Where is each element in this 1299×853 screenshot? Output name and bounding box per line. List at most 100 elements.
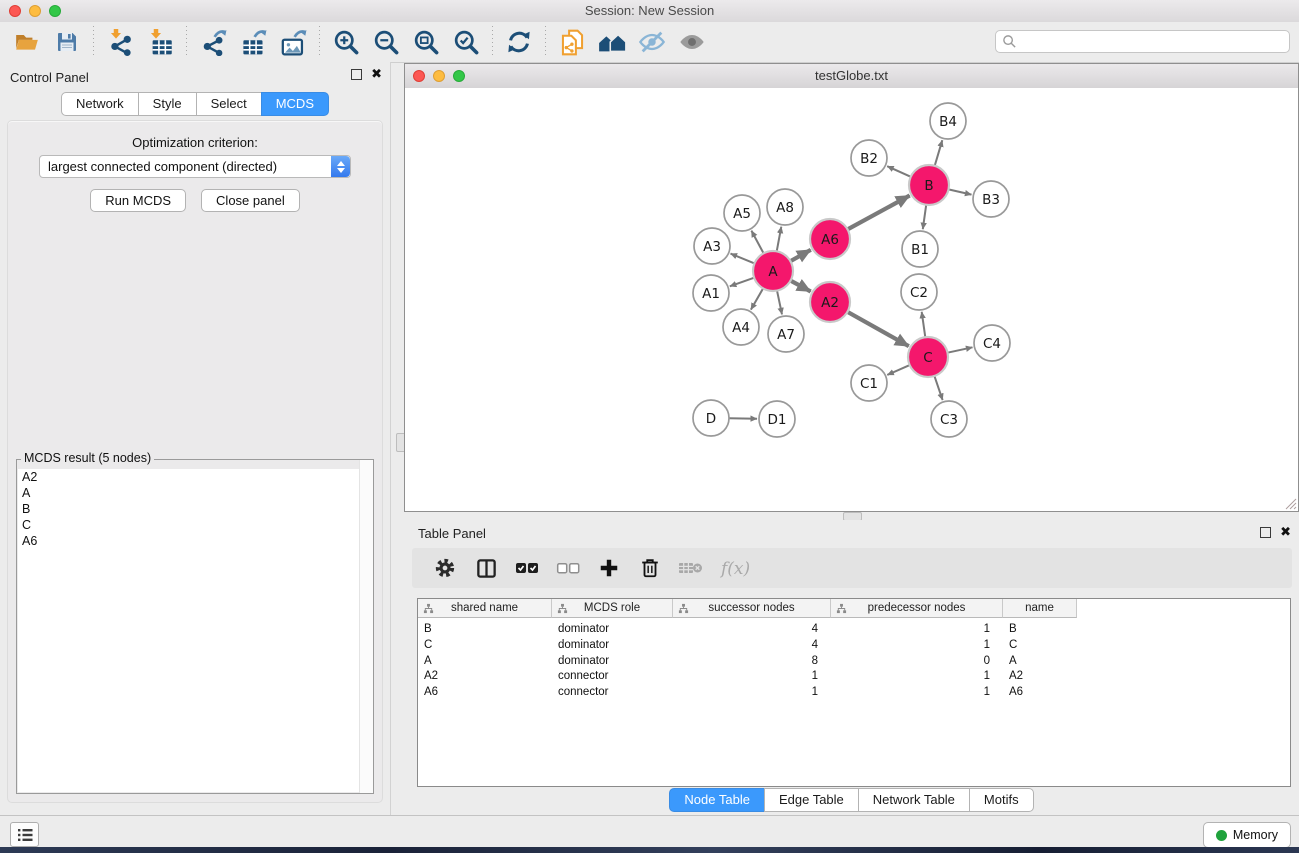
column-header-successor-nodes[interactable]: successor nodes (673, 599, 831, 618)
node-D1[interactable]: D1 (759, 401, 795, 437)
deselect-all-columns-button[interactable] (553, 553, 583, 583)
open-session-button[interactable] (12, 27, 42, 57)
node-A6[interactable]: A6 (810, 219, 850, 259)
import-network-button[interactable] (105, 27, 135, 57)
zoom-selected-button[interactable] (451, 27, 481, 57)
table-row[interactable]: Cdominator41C (418, 638, 1290, 654)
column-header-predecessor-nodes[interactable]: predecessor nodes (831, 599, 1003, 618)
function-builder-button[interactable]: f(x) (717, 553, 761, 583)
node-C2[interactable]: C2 (901, 274, 937, 310)
node-D[interactable]: D (693, 400, 729, 436)
export-network-button[interactable] (198, 27, 228, 57)
network-canvas[interactable]: B4 B2 B B3 A5A8A6 B1 A3 A A1 C2 A2 A4A7 C4 C C1 C3 D D1 (405, 88, 1298, 511)
node-A[interactable]: A (753, 251, 793, 291)
tab-network-table[interactable]: Network Table (858, 788, 970, 812)
add-column-button[interactable] (594, 553, 624, 583)
tab-network[interactable]: Network (61, 92, 139, 116)
edge-C-C2[interactable] (922, 312, 926, 337)
zoom-in-button[interactable] (331, 27, 361, 57)
column-layout-button[interactable] (471, 553, 501, 583)
node-A1[interactable]: A1 (693, 275, 729, 311)
close-panel-button[interactable]: Close panel (201, 189, 300, 212)
new-network-from-selection-button[interactable] (557, 27, 587, 57)
edge-A-A7[interactable] (777, 291, 782, 315)
edge-A-A3[interactable] (731, 254, 755, 264)
result-item[interactable]: B (18, 501, 372, 517)
edge-B-B1[interactable] (923, 205, 926, 229)
table-settings-button[interactable] (430, 553, 460, 583)
zoom-out-button[interactable] (371, 27, 401, 57)
result-item[interactable]: A6 (18, 533, 372, 549)
export-image-button[interactable] (278, 27, 308, 57)
refresh-button[interactable] (504, 27, 534, 57)
edge-A6-B[interactable] (848, 196, 910, 230)
edge-A-A4[interactable] (751, 288, 763, 309)
hide-selected-button[interactable] (637, 27, 667, 57)
edge-B-B3[interactable] (949, 189, 972, 194)
first-neighbors-button[interactable] (597, 27, 627, 57)
tab-motifs[interactable]: Motifs (969, 788, 1034, 812)
tab-node-table[interactable]: Node Table (669, 788, 765, 812)
tab-mcds[interactable]: MCDS (261, 92, 329, 116)
delete-column-button[interactable] (635, 553, 665, 583)
node-B2[interactable]: B2 (851, 140, 887, 176)
import-table-button[interactable] (145, 27, 175, 57)
delete-table-button[interactable] (676, 553, 706, 583)
edge-A-A8[interactable] (777, 227, 782, 252)
node-C4[interactable]: C4 (974, 325, 1010, 361)
result-item[interactable]: A (18, 485, 372, 501)
node-A5[interactable]: A5 (724, 195, 760, 231)
edge-A2-C[interactable] (847, 312, 908, 346)
column-header-shared-name[interactable]: shared name (418, 599, 552, 618)
table-row[interactable]: A2connector11A2 (418, 669, 1290, 685)
select-all-columns-button[interactable] (512, 553, 542, 583)
node-B3[interactable]: B3 (973, 181, 1009, 217)
table-row[interactable]: A6connector11A6 (418, 685, 1290, 701)
result-item[interactable]: A2 (18, 469, 372, 485)
criterion-dropdown[interactable]: largest connected component (directed) (39, 155, 351, 178)
node-B[interactable]: B (909, 165, 949, 205)
edge-C-C4[interactable] (948, 347, 973, 352)
tab-select[interactable]: Select (196, 92, 262, 116)
search-input[interactable] (1017, 32, 1289, 52)
node-C[interactable]: C (908, 337, 948, 377)
table-row[interactable]: Bdominator41B (418, 622, 1290, 638)
float-panel-icon[interactable] (351, 69, 362, 80)
node-A8[interactable]: A8 (767, 189, 803, 225)
edge-B-B4[interactable] (935, 140, 943, 166)
node-C3[interactable]: C3 (931, 401, 967, 437)
result-scrollbar[interactable] (359, 460, 373, 793)
export-table-button[interactable] (238, 27, 268, 57)
edge-A-A5[interactable] (751, 231, 763, 254)
edge-A-A6[interactable] (790, 250, 810, 261)
float-table-panel-icon[interactable] (1260, 527, 1271, 538)
node-C1[interactable]: C1 (851, 365, 887, 401)
result-item[interactable]: C (18, 517, 372, 533)
column-header-name[interactable]: name (1003, 599, 1077, 618)
node-B1[interactable]: B1 (902, 231, 938, 267)
edge-B-B2[interactable] (887, 166, 911, 177)
unchecked-boxes-icon (555, 557, 581, 579)
node-A7[interactable]: A7 (768, 316, 804, 352)
edge-A-A1[interactable] (730, 278, 754, 287)
show-hidden-button[interactable] (677, 27, 707, 57)
save-session-button[interactable] (52, 27, 82, 57)
task-history-button[interactable] (10, 822, 39, 847)
close-panel-icon[interactable]: ✖ (371, 69, 382, 80)
node-B4[interactable]: B4 (930, 103, 966, 139)
node-A4[interactable]: A4 (723, 309, 759, 345)
tab-edge-table[interactable]: Edge Table (764, 788, 859, 812)
memory-button[interactable]: Memory (1203, 822, 1291, 848)
run-mcds-button[interactable]: Run MCDS (90, 189, 186, 212)
column-header-MCDS-role[interactable]: MCDS role (552, 599, 673, 618)
node-A2[interactable]: A2 (810, 282, 850, 322)
node-A3[interactable]: A3 (694, 228, 730, 264)
zoom-fit-button[interactable] (411, 27, 441, 57)
resize-grip-icon[interactable] (1283, 496, 1297, 510)
edge-C-C1[interactable] (887, 365, 909, 375)
edge-A-A2[interactable] (791, 281, 811, 292)
tab-style[interactable]: Style (138, 92, 197, 116)
edge-C-C3[interactable] (934, 376, 942, 400)
close-table-panel-icon[interactable]: ✖ (1280, 527, 1291, 538)
table-row[interactable]: Adominator80A (418, 654, 1290, 670)
